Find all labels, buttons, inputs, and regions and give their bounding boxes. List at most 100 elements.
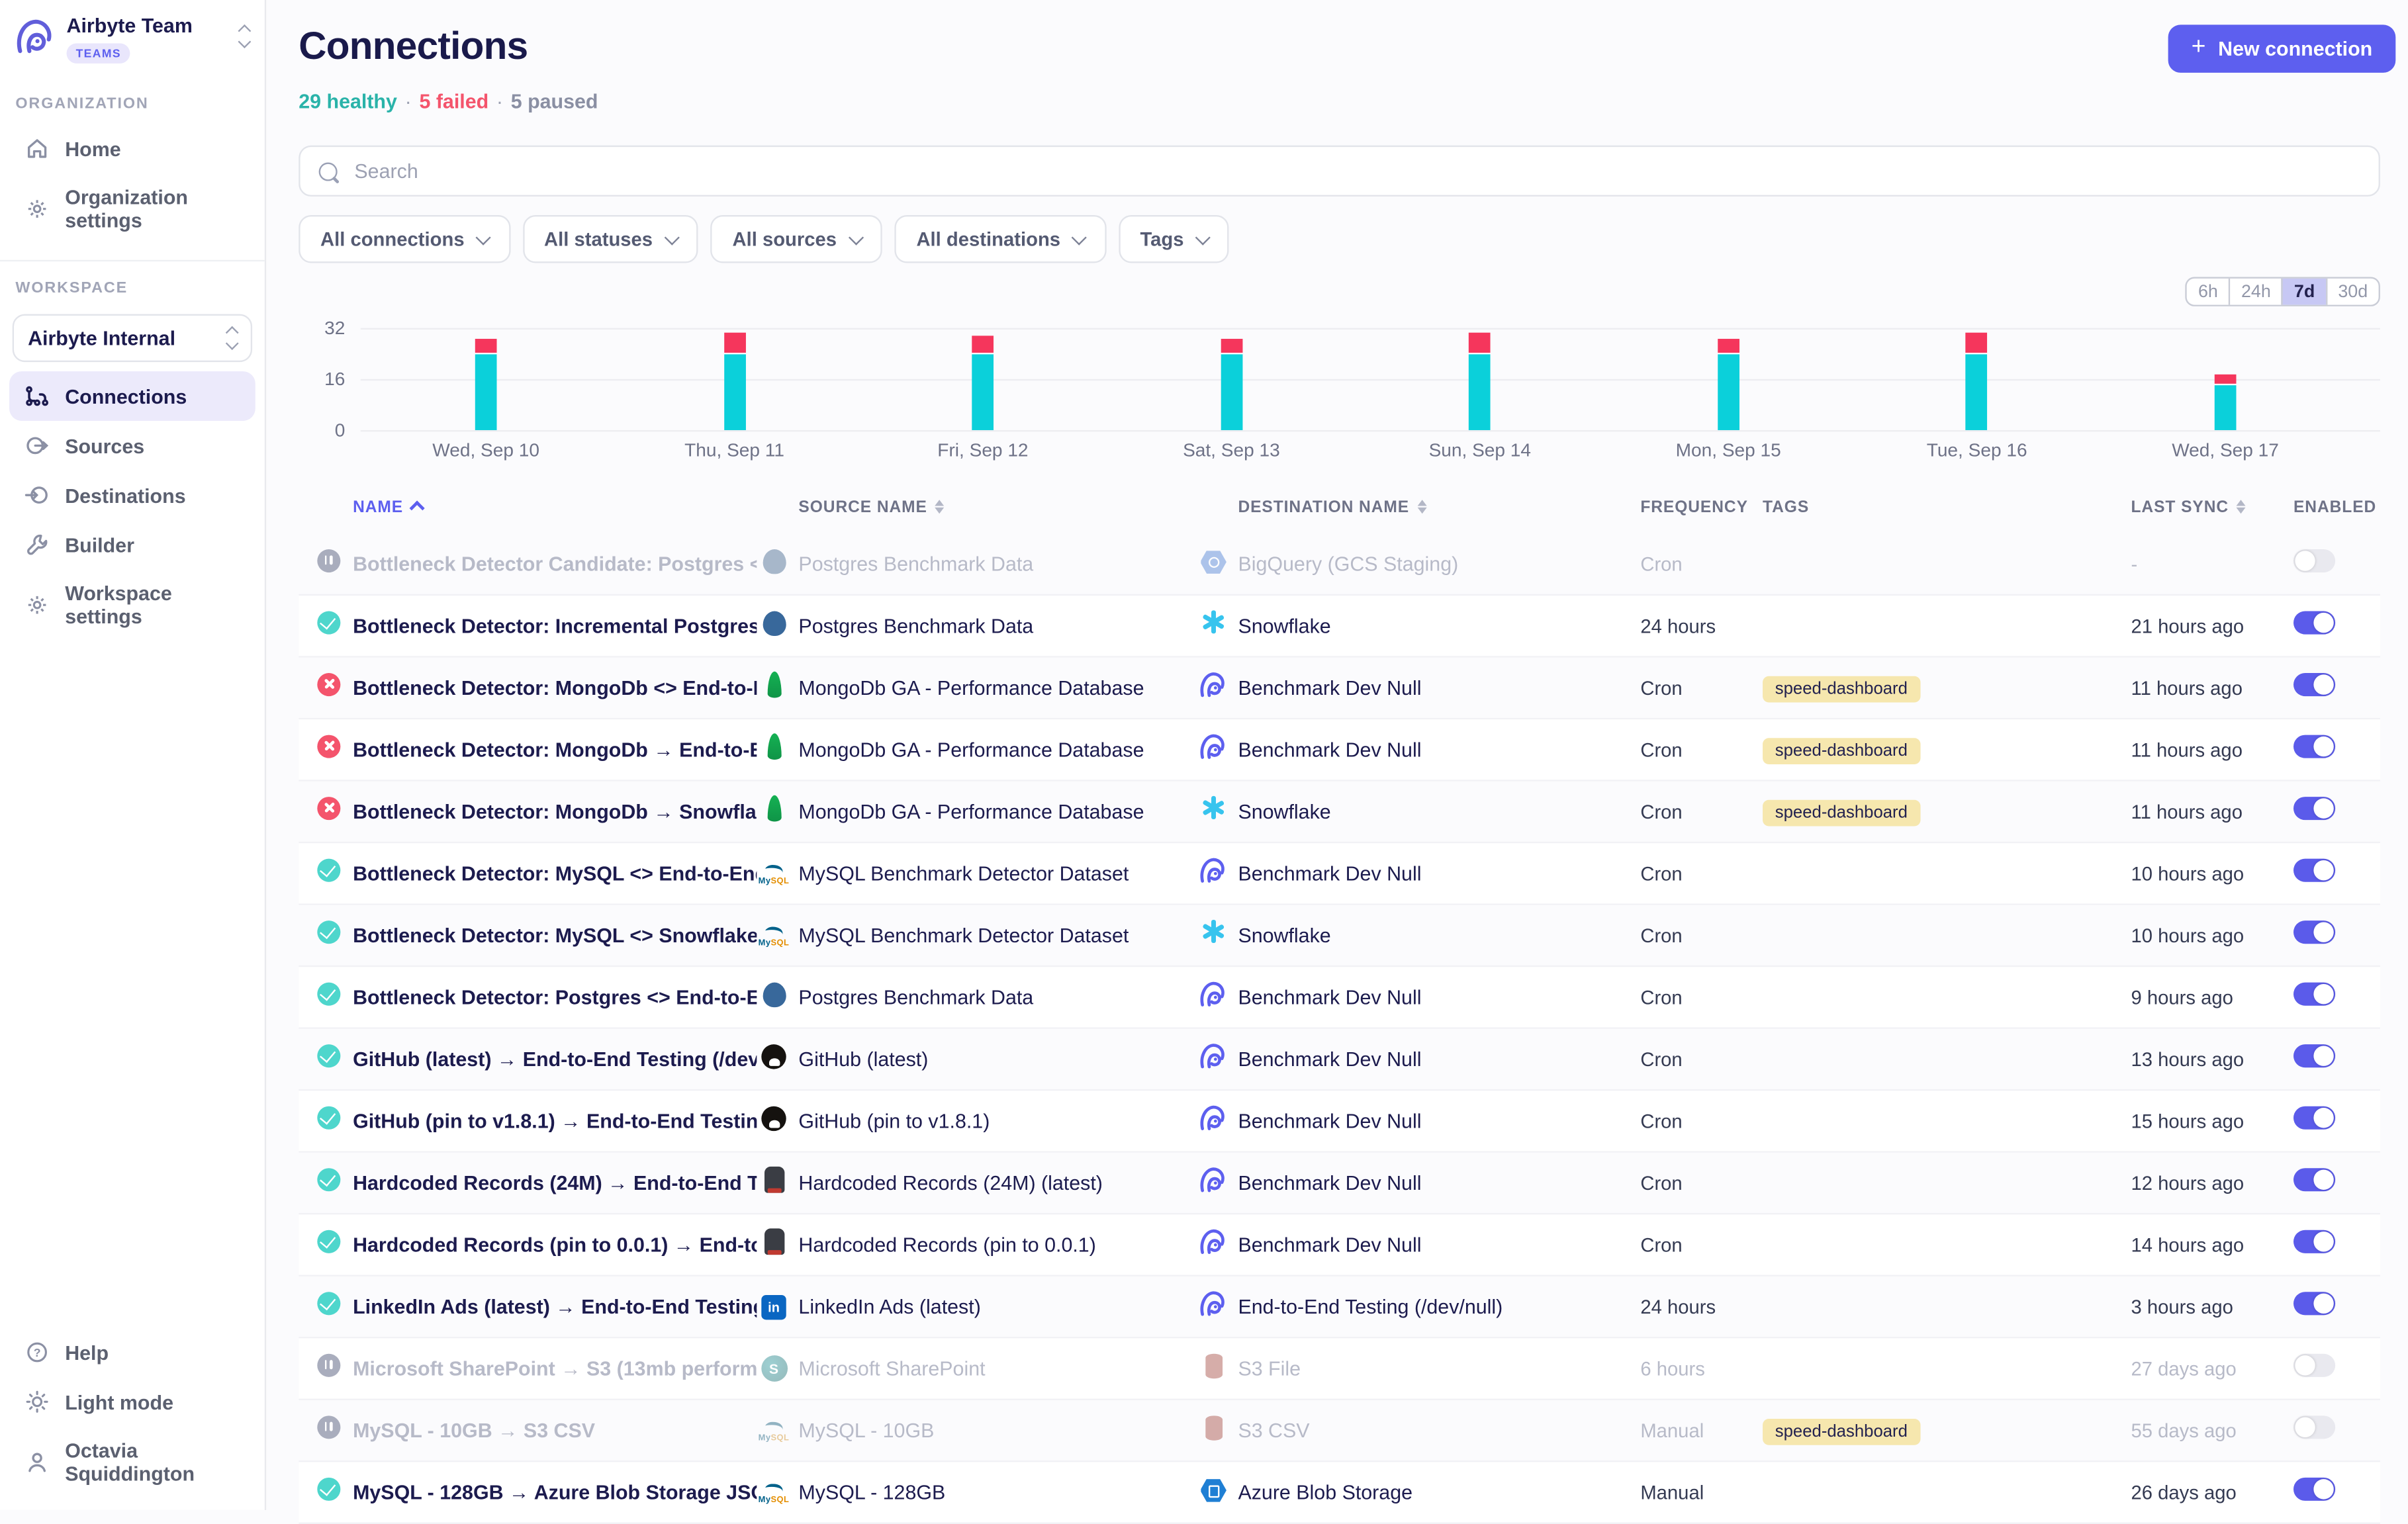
frequency: 6 hours [1640, 1358, 1763, 1380]
frequency: Cron [1640, 1110, 1763, 1132]
frequency: Cron [1640, 924, 1763, 946]
enabled-toggle[interactable] [2293, 734, 2335, 757]
filter-all-statuses[interactable]: All statuses [522, 215, 698, 263]
enabled-toggle[interactable] [2293, 1167, 2335, 1190]
chart-gridline [361, 379, 2380, 381]
airbyte-destination-icon [1196, 1287, 1227, 1318]
sidebar: Airbyte Team TEAMS ORGANIZATION Home Org… [0, 0, 266, 1510]
filter-all-destinations[interactable]: All destinations [895, 215, 1106, 263]
destination-name: Snowflake [1238, 800, 1640, 823]
enabled-toggle[interactable] [2293, 1415, 2335, 1438]
sidebar-item-organization-settings[interactable]: Organization settings [9, 173, 255, 245]
last-sync: 15 hours ago [2131, 1110, 2293, 1132]
enabled-toggle[interactable] [2293, 1106, 2335, 1129]
tag-pill[interactable]: speed-dashboard [1763, 800, 1920, 827]
connection-row[interactable]: Bottleneck Detector: MySQL <> SnowflakeM… [299, 905, 2380, 967]
sync-bar[interactable] [723, 333, 745, 430]
frequency: Manual [1640, 1419, 1763, 1441]
connection-row[interactable]: Bottleneck Detector: Postgres <> End-to-… [299, 967, 2380, 1029]
connection-row[interactable]: Hardcoded Records (pin to 0.0.1) → End-t… [299, 1214, 2380, 1277]
tag-pill[interactable]: speed-dashboard [1763, 1419, 1920, 1445]
enabled-toggle[interactable] [2293, 981, 2335, 1005]
source-name: LinkedIn Ads (latest) [798, 1295, 1196, 1318]
source-name: GitHub (pin to v1.8.1) [798, 1109, 1196, 1132]
connection-row[interactable]: MySQL - 128GB → Azure Blob Storage JSOn … [299, 1462, 2380, 1524]
sidebar-item-destinations[interactable]: Destinations [9, 471, 255, 520]
enabled-toggle[interactable] [2293, 1291, 2335, 1314]
failed-count[interactable]: 5 failed [419, 90, 488, 113]
sidebar-item-home[interactable]: Home [9, 124, 255, 173]
enabled-toggle[interactable] [2293, 1477, 2335, 1500]
sidebar-item-builder[interactable]: Builder [9, 520, 255, 570]
healthy-count[interactable]: 29 healthy [299, 90, 397, 113]
org-switcher[interactable]: Airbyte Team TEAMS [0, 0, 265, 77]
help-icon: ? [24, 1340, 49, 1365]
search-input[interactable] [351, 157, 2360, 184]
sync-bar[interactable] [972, 336, 994, 430]
svg-text:?: ? [34, 1346, 41, 1359]
enabled-toggle[interactable] [2293, 610, 2335, 633]
connection-row[interactable]: Bottleneck Detector: MongoDb <> End-to-E… [299, 658, 2380, 720]
sync-bar[interactable] [1469, 333, 1491, 430]
connection-row[interactable]: Bottleneck Detector: MySQL <> End-to-End… [299, 843, 2380, 905]
connection-row[interactable]: Bottleneck Detector: Incremental Postgre… [299, 596, 2380, 658]
postgres-icon [757, 979, 790, 1010]
filter-all-sources[interactable]: All sources [711, 215, 882, 263]
new-connection-button[interactable]: + New connection [2168, 24, 2396, 72]
tag-pill[interactable]: speed-dashboard [1763, 738, 1920, 764]
sync-bar[interactable] [1221, 339, 1242, 430]
filter-all-connections[interactable]: All connections [299, 215, 510, 263]
tag-pill[interactable]: speed-dashboard [1763, 676, 1920, 703]
connection-row[interactable]: GitHub (pin to v1.8.1) → End-to-End Test… [299, 1091, 2380, 1153]
connection-row[interactable]: Bottleneck Detector: MongoDb → End-to-En… [299, 719, 2380, 782]
sidebar-item-connections[interactable]: Connections [9, 371, 255, 421]
bigquery-icon [1196, 547, 1230, 578]
source-name: Hardcoded Records (pin to 0.0.1) [798, 1233, 1196, 1256]
enabled-toggle[interactable] [2293, 1230, 2335, 1253]
sidebar-item-workspace-settings[interactable]: Workspace settings [9, 569, 255, 641]
sync-bar[interactable] [475, 339, 497, 430]
enabled-toggle[interactable] [2293, 920, 2335, 943]
connection-row[interactable]: GitHub (latest) → End-to-End Testing (/d… [299, 1029, 2380, 1091]
sync-bar[interactable] [1718, 339, 1739, 430]
sidebar-item-user[interactable]: Octavia Squiddington [9, 1427, 255, 1498]
enabled-toggle[interactable] [2293, 1044, 2335, 1067]
connection-row[interactable]: LinkedIn Ads (latest) → End-to-End Testi… [299, 1277, 2380, 1339]
enabled-toggle[interactable] [2293, 796, 2335, 819]
frequency: 24 hours [1640, 615, 1763, 637]
connection-row[interactable]: MySQL - 10GB → S3 CSVMySQLMySQL - 10GBS3… [299, 1400, 2380, 1462]
column-header-destination-name[interactable]: DESTINATION NAME [1238, 498, 1640, 516]
connection-row[interactable]: Hardcoded Records (24M) → End-to-End Te.… [299, 1153, 2380, 1215]
sync-bar[interactable] [1966, 333, 1988, 430]
sync-history-chart[interactable]: 01632Wed, Sep 10Thu, Sep 11Fri, Sep 12Sa… [299, 310, 2380, 474]
destination-name: Benchmark Dev Null [1238, 738, 1640, 761]
org-switcher-caret-icon[interactable] [240, 26, 249, 46]
enabled-toggle[interactable] [2293, 672, 2335, 695]
connection-row[interactable]: Bottleneck Detector: MongoDb → Snowflake… [299, 782, 2380, 844]
sidebar-item-label: Workspace settings [65, 582, 240, 628]
column-header-last-sync[interactable]: LAST SYNC [2131, 498, 2293, 516]
search-box[interactable] [299, 146, 2380, 197]
status-paused-icon [317, 549, 340, 572]
connection-row[interactable]: Bottleneck Detector Candidate: Postgres … [299, 534, 2380, 596]
frequency: Cron [1640, 739, 1763, 760]
enabled-toggle[interactable] [2293, 1353, 2335, 1376]
column-header-source-name[interactable]: SOURCE NAME [798, 498, 1196, 516]
range-30d[interactable]: 30d [2326, 279, 2379, 305]
filter-tags[interactable]: Tags [1119, 215, 1230, 263]
column-header-name[interactable]: NAME [353, 498, 757, 516]
range-7d[interactable]: 7d [2282, 279, 2325, 305]
sidebar-item-help[interactable]: ? Help [9, 1327, 255, 1377]
sidebar-item-sources[interactable]: Sources [9, 421, 255, 471]
range-6h[interactable]: 6h [2188, 279, 2229, 305]
sidebar-item-light-mode[interactable]: Light mode [9, 1377, 255, 1427]
enabled-toggle[interactable] [2293, 858, 2335, 881]
workspace-selector[interactable]: Airbyte Internal [13, 314, 252, 362]
sidebar-item-label: Light mode [65, 1390, 173, 1413]
connection-row[interactable]: Microsoft SharePoint → S3 (13mb performa… [299, 1338, 2380, 1400]
y-axis-tick: 16 [299, 368, 345, 390]
range-24h[interactable]: 24h [2229, 279, 2282, 305]
sync-bar[interactable] [2215, 375, 2237, 430]
frequency: Cron [1640, 553, 1763, 575]
enabled-toggle[interactable] [2293, 549, 2335, 572]
